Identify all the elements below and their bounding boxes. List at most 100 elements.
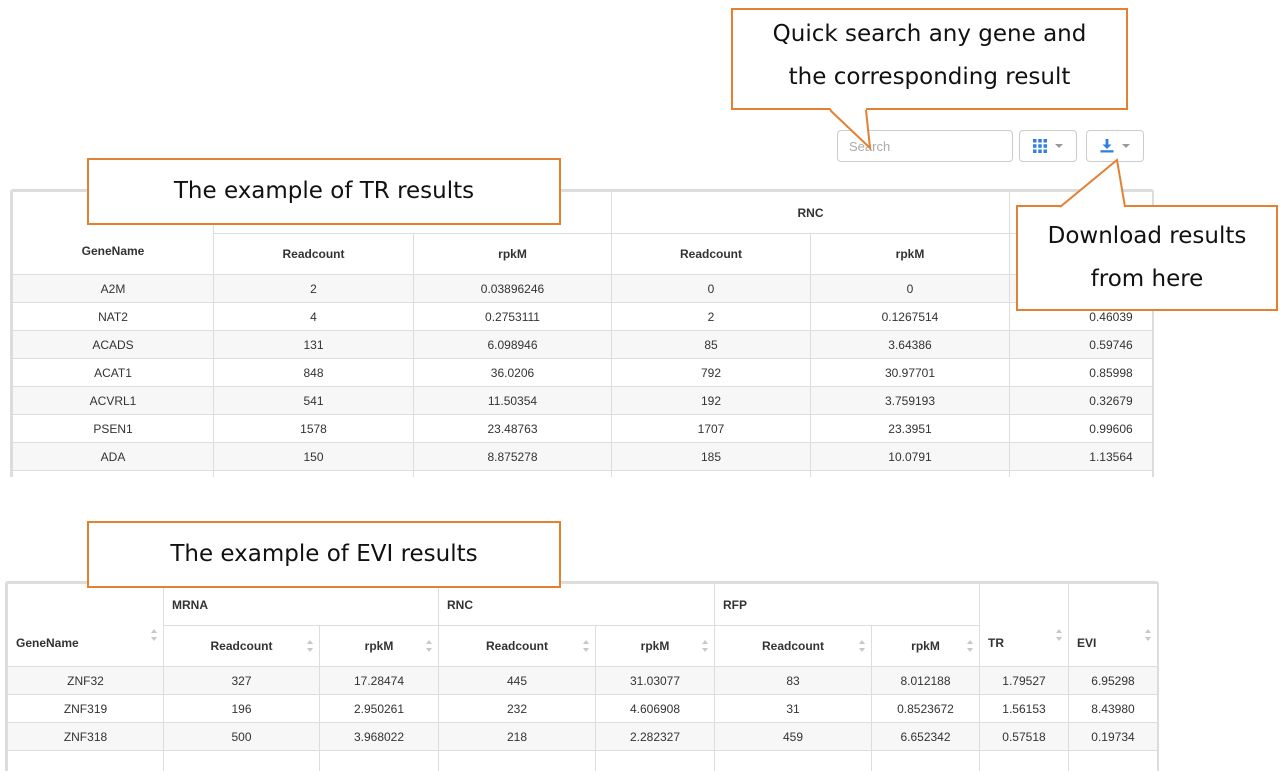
cell-rpkm: 10.0791 [811,443,1010,471]
sort-icon [967,640,973,652]
sort-icon [702,640,708,652]
column-header-rpkm[interactable]: rpkM [320,626,439,667]
callout-search-line1: Quick search any gene and [773,13,1087,56]
cell-gene: ACADS [13,331,214,359]
cell-evi: 8.43980 [1069,695,1158,723]
cell-rpkm: 30.97701 [811,359,1010,387]
chevron-down-icon [1055,144,1063,148]
export-download-button[interactable] [1086,130,1144,162]
callout-tr-text: The example of TR results [174,171,474,212]
table-row: ZNF318 500 3.968022 218 2.282327 459 6.6… [8,723,1158,751]
cell-rpkm: 2.282327 [596,723,715,751]
cell-rpkm: 0.2753111 [414,303,612,331]
callout-download-line2: from here [1048,258,1247,301]
cell-tr: 1.13564 [1010,443,1155,471]
cell-gene: ZNF32 [8,667,164,695]
column-group-header-rnc: RNC [612,192,1010,234]
cell-gene: ACAT1 [13,359,214,387]
cell-tr: 0.57518 [980,723,1069,751]
cell-readcount: 150 [214,443,414,471]
cell-readcount: 327 [164,667,320,695]
cell-readcount: 2 [214,275,414,303]
sort-icon [307,640,313,652]
chevron-down-icon [1122,144,1130,148]
cell-readcount: 4 [214,303,414,331]
cell-rpkm: 6.098946 [414,331,612,359]
cell-gene: NAT2 [13,303,214,331]
cell-readcount: 0 [612,275,811,303]
cell-readcount: 1578 [214,415,414,443]
cell-rpkm: 3.64386 [811,331,1010,359]
cell-readcount: 83 [715,667,872,695]
callout-evi-example: The example of EVI results [87,521,561,588]
sort-icon [1145,629,1151,641]
sort-icon [1056,629,1062,641]
sort-icon [859,640,865,652]
cell-readcount: 85 [612,331,811,359]
table-row: NAT2 4 0.2753111 2 0.1267514 0.46039 [13,303,1155,331]
cell-tr: 0.32679 [1010,387,1155,415]
callout-download: Download results from here [1016,205,1278,311]
cell-rpkm: 6.652342 [872,723,980,751]
cell-rpkm: 36.0206 [414,359,612,387]
cell-gene: ACVRL1 [13,387,214,415]
cell-rpkm: 0.1267514 [811,303,1010,331]
cell-readcount: 541 [214,387,414,415]
search-input[interactable] [837,130,1013,162]
column-header-readcount[interactable]: Readcount [612,234,811,275]
callout-download-line1: Download results [1048,215,1247,258]
cell-tr: 0.99606 [1010,415,1155,443]
cell-rpkm: 11.50354 [414,387,612,415]
sort-icon [583,640,589,652]
column-header-tr[interactable]: TR [980,584,1069,667]
cell-readcount: 131 [214,331,414,359]
cell-gene: ADA [13,443,214,471]
table-row: ACVRL1 541 11.50354 192 3.759193 0.32679 [13,387,1155,415]
cell-readcount: 500 [164,723,320,751]
sort-icon [426,640,432,652]
cell-readcount: 2 [612,303,811,331]
column-group-header-rfp: RFP [715,584,980,626]
cell-gene: A2M [13,275,214,303]
table-row: ACAT1 848 36.0206 792 30.97701 0.85998 [13,359,1155,387]
callout-tr-example: The example of TR results [87,158,561,225]
table-row: ZNF319 196 2.950261 232 4.606908 31 0.85… [8,695,1158,723]
cell-rpkm: 8.012188 [872,667,980,695]
table-row: A2M 2 0.03896246 0 0 [13,275,1155,303]
cell-tr: 1.56153 [980,695,1069,723]
columns-toggle-button[interactable] [1019,130,1077,162]
column-header-readcount[interactable]: Readcount [214,234,414,275]
callout-search: Quick search any gene and the correspond… [731,8,1128,110]
cell-rpkm: 31.03077 [596,667,715,695]
download-icon [1100,139,1114,153]
cell-rpkm: 23.48763 [414,415,612,443]
evi-results-table: GeneName MRNA RNC RFP TR EVI Readcount r… [5,581,1159,771]
cell-gene: ZNF318 [8,723,164,751]
cell-rpkm: 8.875278 [414,443,612,471]
column-header-readcount[interactable]: Readcount [439,626,596,667]
column-header-rpkm[interactable]: rpkM [596,626,715,667]
column-group-header-mrna: MRNA [164,584,439,626]
column-header-rpkm[interactable]: rpkM [414,234,612,275]
column-header-rpkm[interactable]: rpkM [811,234,1010,275]
cell-gene: ZNF319 [8,695,164,723]
table-row [13,471,1155,478]
column-header-rpkm[interactable]: rpkM [872,626,980,667]
cell-rpkm: 3.968022 [320,723,439,751]
cell-tr: 0.85998 [1010,359,1155,387]
callout-evi-text: The example of EVI results [170,534,477,575]
column-header-evi[interactable]: EVI [1069,584,1158,667]
cell-readcount: 848 [214,359,414,387]
cell-readcount: 445 [439,667,596,695]
cell-readcount: 185 [612,443,811,471]
cell-rpkm: 17.28474 [320,667,439,695]
cell-readcount: 31 [715,695,872,723]
callout-search-line2: the corresponding result [773,56,1087,99]
cell-rpkm: 23.3951 [811,415,1010,443]
grid-icon [1033,139,1047,153]
column-header-readcount[interactable]: Readcount [715,626,872,667]
column-header-readcount[interactable]: Readcount [164,626,320,667]
column-header-genename[interactable]: GeneName [8,584,164,667]
cell-evi: 6.95298 [1069,667,1158,695]
cell-readcount: 792 [612,359,811,387]
